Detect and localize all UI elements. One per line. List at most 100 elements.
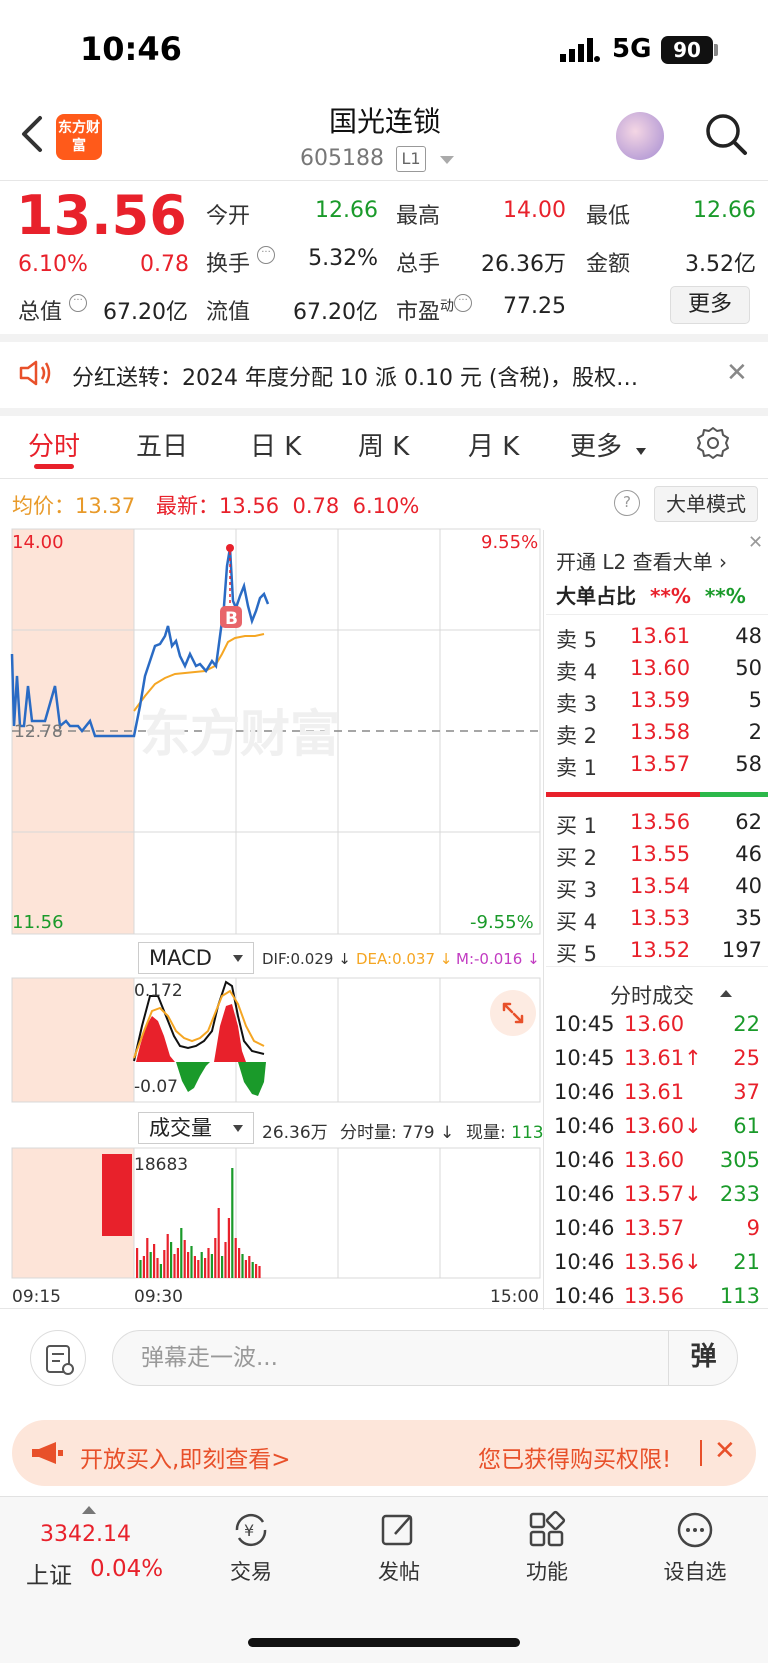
tab-weekly-k[interactable]: 周 K — [358, 426, 409, 463]
divider — [0, 1308, 768, 1309]
bid-ratio-bar — [546, 792, 700, 797]
nav-trade[interactable]: ¥ 交易 — [196, 1510, 306, 1586]
volume-bar — [200, 1252, 203, 1278]
home-indicator[interactable] — [248, 1638, 520, 1647]
volume-selector[interactable]: 成交量 — [138, 1112, 254, 1144]
expand-icon[interactable] — [490, 990, 536, 1036]
danmaku-toggle-button[interactable]: 弹 — [668, 1330, 738, 1386]
signal-icon — [560, 38, 600, 62]
nav-functions[interactable]: 功能 — [492, 1510, 602, 1586]
ask-row[interactable]: 卖 4 13.60 50 — [556, 656, 762, 686]
nav-add-watchlist[interactable]: 设自选 — [640, 1510, 750, 1586]
tab-five-day[interactable]: 五日 — [136, 426, 188, 463]
battery-icon: 90 — [661, 36, 713, 64]
close-icon[interactable]: ✕ — [714, 1436, 736, 1466]
close-icon[interactable]: ✕ — [726, 358, 748, 388]
assistant-avatar-icon[interactable] — [616, 112, 664, 160]
big-order-mode-button[interactable]: 大单模式 — [654, 486, 758, 522]
volume-bar — [207, 1248, 210, 1278]
bid-row[interactable]: 买 1 13.56 62 — [556, 810, 762, 840]
danmaku-settings-icon[interactable] — [30, 1330, 86, 1386]
app-logo[interactable]: 东方财富 — [56, 114, 102, 160]
help-icon[interactable]: ? — [614, 490, 640, 516]
divider — [546, 614, 768, 615]
pe-label: 市盈动 ··· — [396, 294, 473, 326]
ask-row[interactable]: 卖 5 13.61 48 — [556, 624, 762, 654]
ask-row[interactable]: 卖 3 13.59 5 — [556, 688, 762, 718]
tick-time: 10:46 — [554, 1182, 615, 1206]
tick-price: 13.60 — [624, 1148, 685, 1172]
tick-time: 10:46 — [554, 1080, 615, 1104]
volume-total: 26.36万 — [262, 1123, 328, 1143]
volume-bar — [217, 1208, 220, 1278]
stock-name[interactable]: 国光连锁 — [260, 100, 510, 140]
ask-price: 13.60 — [630, 656, 691, 680]
trade-tick-row: 10:46 13.60 305 — [554, 1148, 760, 1180]
turnover-value: 5.32% — [308, 246, 378, 271]
intraday-chart[interactable]: 东方财富 B 14.00 11.56 9.55% -9.55% 12.78 0.… — [0, 526, 545, 1312]
index-name[interactable]: 上证 — [26, 1556, 72, 1590]
info-dots-icon[interactable]: ··· — [454, 294, 473, 312]
bid-row[interactable]: 买 3 13.54 40 — [556, 874, 762, 904]
info-dots-icon[interactable]: ··· — [257, 246, 276, 264]
nav-post[interactable]: 发帖 — [344, 1510, 454, 1586]
latest-price: 最新：13.56 0.78 6.10% — [156, 494, 420, 518]
time-sales-title[interactable]: 分时成交 — [610, 980, 732, 1010]
tab-intraday[interactable]: 分时 — [28, 426, 80, 463]
tick-volume: 9 — [746, 1216, 760, 1240]
time-open-label: 09:30 — [134, 1287, 183, 1307]
bid-row[interactable]: 买 5 13.52 197 — [556, 938, 762, 968]
back-arrow-icon[interactable] — [18, 112, 46, 156]
bid-label: 买 4 — [556, 910, 598, 934]
bid-label: 买 2 — [556, 846, 598, 870]
tick-volume: 305 — [719, 1148, 760, 1172]
info-dots-icon[interactable]: ··· — [69, 294, 88, 312]
volume-value: 26.36万 — [481, 252, 566, 277]
search-icon[interactable] — [704, 112, 748, 156]
bid-price: 13.54 — [630, 874, 691, 898]
dif-value: DIF:0.029 ↓ — [262, 950, 351, 968]
ask-label: 卖 1 — [556, 756, 598, 780]
dropdown-icon[interactable] — [440, 156, 454, 164]
bid-row[interactable]: 买 2 13.55 46 — [556, 842, 762, 872]
open-label: 今开 — [206, 204, 251, 229]
bid-label: 买 5 — [556, 942, 598, 966]
tab-more[interactable]: 更多 — [570, 426, 622, 463]
danmaku-input[interactable]: 弹幕走一波... — [112, 1330, 738, 1386]
tab-daily-k[interactable]: 日 K — [250, 426, 301, 463]
ask-row[interactable]: 卖 2 13.58 2 — [556, 720, 762, 750]
close-icon[interactable]: ✕ — [748, 532, 763, 553]
tab-monthly-k[interactable]: 月 K — [468, 426, 519, 463]
ask-row[interactable]: 卖 1 13.57 58 — [556, 752, 762, 782]
volume-bar — [146, 1238, 149, 1278]
index-expand-icon[interactable] — [82, 1506, 96, 1514]
m-value: M:-0.016 ↓ — [456, 950, 540, 968]
ask-label: 卖 4 — [556, 660, 598, 684]
volume-bar — [136, 1248, 139, 1278]
volume-label: 总手 — [396, 252, 441, 277]
avg-price: 均价：13.37 — [12, 494, 136, 518]
trade-tick-row: 10:45 13.61↑ 25 — [554, 1046, 760, 1078]
open-l2-link[interactable]: 开通 L2 查看大单 › — [556, 546, 727, 575]
open-value: 12.66 — [315, 198, 378, 223]
edit-icon — [381, 1514, 413, 1546]
macd-bottom-label: -0.07 — [134, 1077, 178, 1097]
notice-text[interactable]: 分红送转：2024 年度分配 10 派 0.10 元 (含税)，股权… — [72, 360, 638, 392]
tick-time: 10:45 — [554, 1012, 615, 1036]
ask-price: 13.58 — [630, 720, 691, 744]
gear-icon[interactable] — [696, 426, 730, 460]
index-change[interactable]: 0.04% — [90, 1556, 163, 1582]
tick-volume: 22 — [733, 1012, 760, 1036]
bid-row[interactable]: 买 4 13.53 35 — [556, 906, 762, 936]
prev-close-label: 12.78 — [14, 722, 63, 742]
more-button[interactable]: 更多 — [670, 286, 750, 324]
index-value[interactable]: 3342.14 — [40, 1522, 131, 1547]
amount-label: 金额 — [586, 252, 631, 277]
volume-bar — [163, 1250, 166, 1278]
trade-icon: ¥ — [235, 1513, 267, 1547]
promo-text[interactable]: 开放买入,即刻查看> — [80, 1440, 291, 1474]
volume-bar — [210, 1254, 213, 1278]
svg-text:¥: ¥ — [244, 1521, 254, 1540]
volume-bar — [190, 1246, 193, 1278]
macd-selector[interactable]: MACD — [138, 942, 254, 974]
